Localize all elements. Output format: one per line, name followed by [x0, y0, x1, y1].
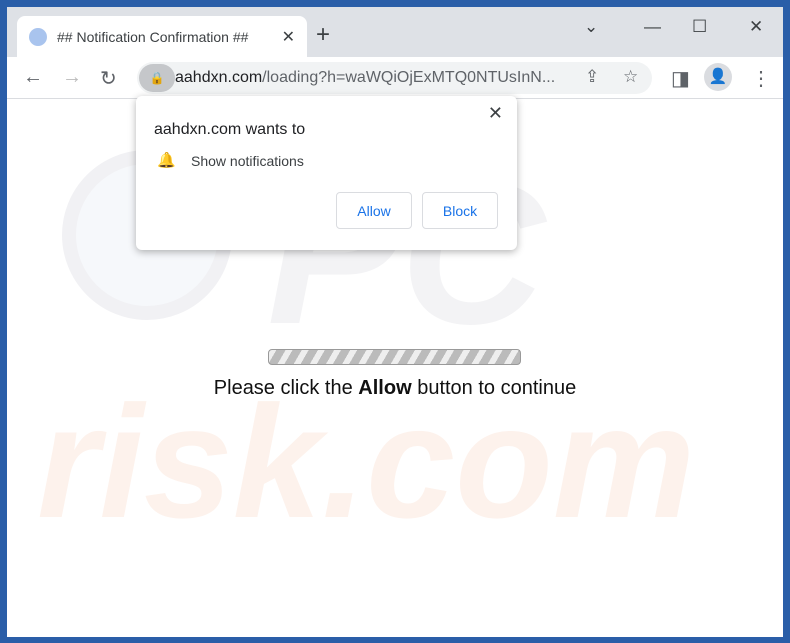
- minimize-button[interactable]: —: [644, 17, 661, 37]
- permission-label: Show notifications: [191, 153, 304, 169]
- allow-button[interactable]: Allow: [336, 192, 412, 229]
- bell-favicon-icon: [29, 27, 47, 46]
- url-path: /loading?h=waWQiOjExMTQ0NTUsInN...: [262, 69, 556, 86]
- popup-title: aahdxn.com wants to: [154, 121, 306, 138]
- popup-close-button[interactable]: ✕: [488, 103, 503, 124]
- back-button[interactable]: ←: [23, 66, 43, 89]
- msg-post: button to continue: [411, 377, 577, 399]
- tab-close-icon[interactable]: ✕: [282, 27, 295, 47]
- reload-button[interactable]: ↻: [100, 66, 117, 91]
- tab-active[interactable]: ## Notification Confirmation ## ✕: [17, 16, 307, 57]
- instruction-text: Please click the Allow button to continu…: [7, 377, 783, 400]
- side-panel-icon[interactable]: ◨: [671, 66, 690, 91]
- browser-window: ## Notification Confirmation ## ✕ + ⌄ — …: [7, 7, 783, 637]
- menu-icon[interactable]: ⋮: [751, 66, 771, 91]
- bookmark-star-icon[interactable]: ☆: [623, 67, 638, 87]
- block-button[interactable]: Block: [422, 192, 498, 229]
- url-domain: aahdxn.com: [175, 69, 263, 86]
- forward-button[interactable]: →: [62, 66, 82, 89]
- tab-bar: ## Notification Confirmation ## ✕ + ⌄ — …: [7, 7, 783, 57]
- tab-search-icon[interactable]: ⌄: [584, 17, 598, 37]
- toolbar: ← → ↻ 🔒 aahdxn.com/loading?h=waWQiOjExMT…: [7, 57, 783, 99]
- notification-permission-popup: aahdxn.com wants to ✕ 🔔 Show notificatio…: [136, 96, 517, 250]
- close-window-button[interactable]: ✕: [749, 17, 763, 37]
- share-icon[interactable]: ⇪: [585, 67, 599, 87]
- profile-avatar-icon[interactable]: 👤: [704, 63, 732, 91]
- tab-title: ## Notification Confirmation ##: [57, 28, 249, 45]
- maximize-button[interactable]: ☐: [692, 17, 707, 37]
- bell-icon: 🔔: [157, 152, 176, 169]
- url-text[interactable]: aahdxn.com/loading?h=waWQiOjExMTQ0NTUsIn…: [175, 69, 555, 87]
- new-tab-button[interactable]: +: [316, 21, 330, 49]
- progress-bar: [268, 349, 521, 365]
- lock-icon[interactable]: 🔒: [139, 64, 175, 92]
- msg-bold: Allow: [358, 377, 412, 399]
- address-bar[interactable]: 🔒 aahdxn.com/loading?h=waWQiOjExMTQ0NTUs…: [137, 62, 652, 94]
- msg-pre: Please click the: [213, 377, 359, 399]
- page-content: PC risk.com Please click the Allow butto…: [7, 96, 783, 637]
